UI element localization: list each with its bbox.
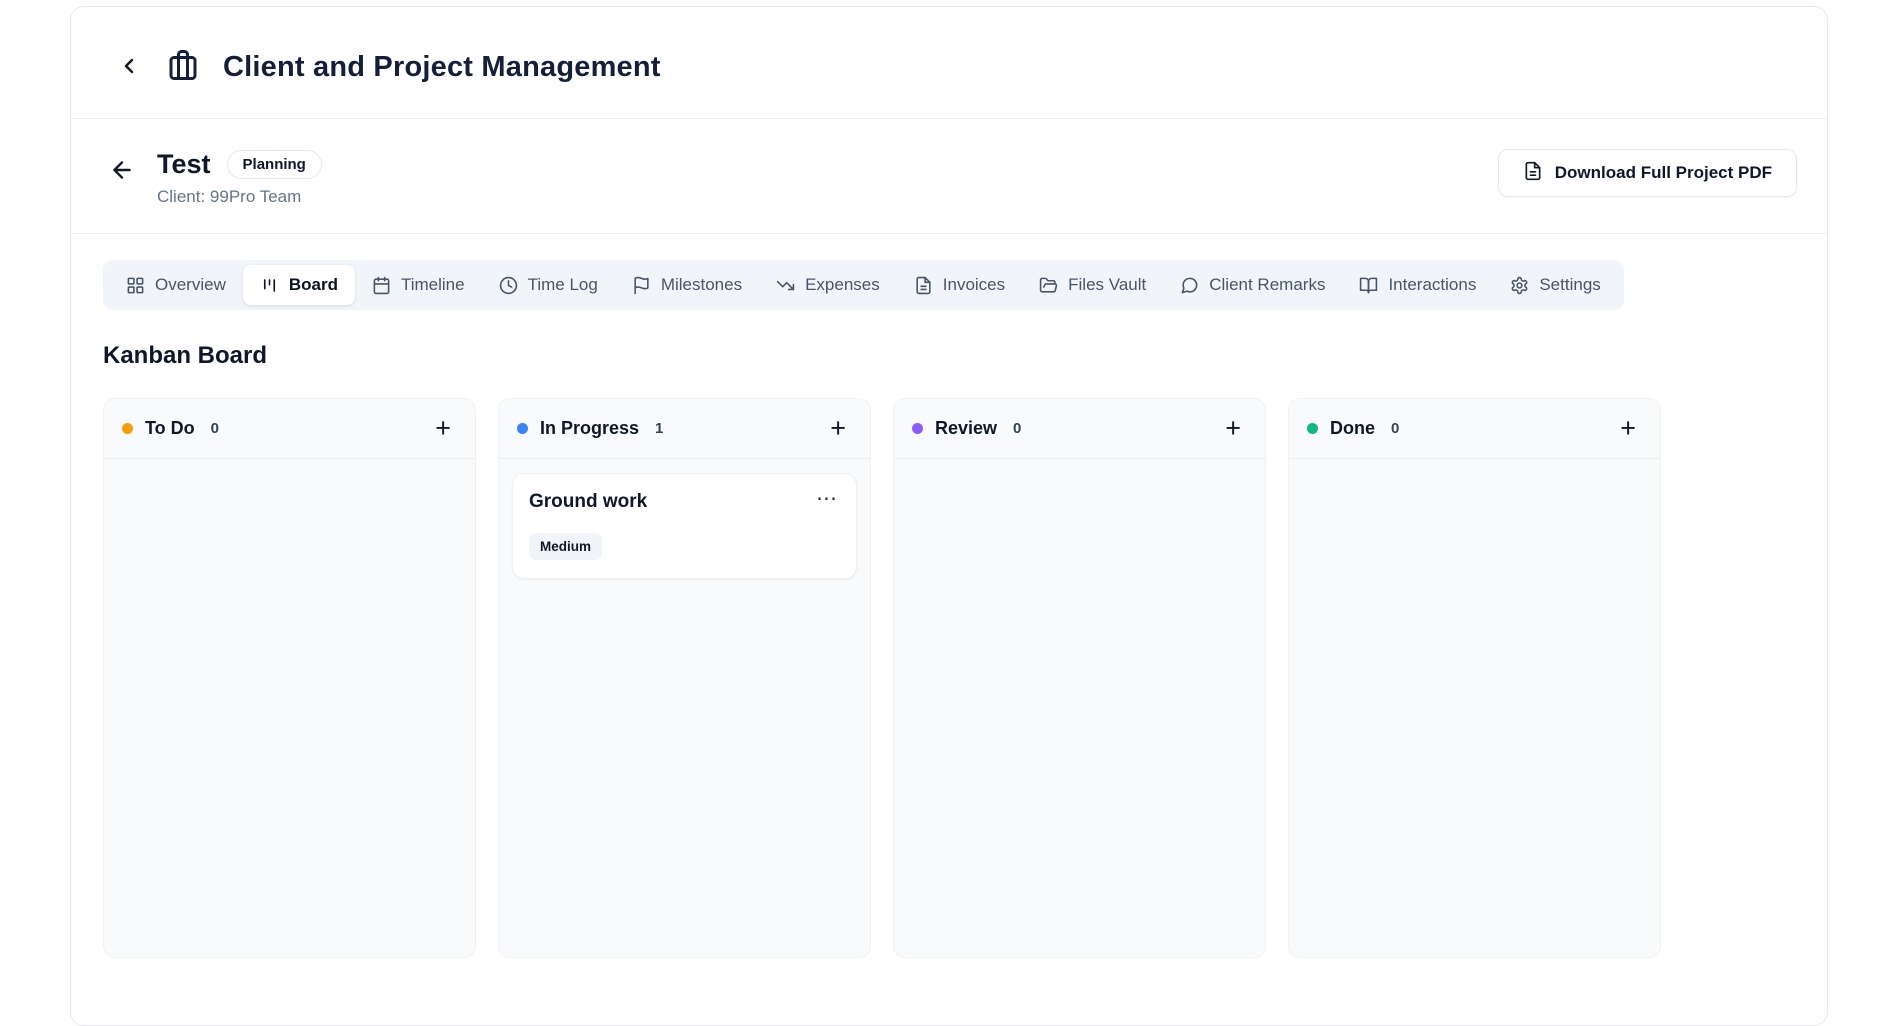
tab-label: Expenses: [805, 275, 880, 294]
tab-label: Files Vault: [1068, 275, 1147, 294]
tab-label: Interactions: [1388, 275, 1477, 294]
gear-icon: [1510, 276, 1529, 295]
column-body: [894, 459, 1265, 487]
briefcase-icon: [165, 47, 201, 88]
priority-badge: Medium: [529, 533, 603, 560]
kanban-board-heading: Kanban Board: [103, 342, 268, 369]
column-card-count: 0: [1391, 420, 1400, 437]
main-panel: Client and Project Management Test Plann…: [70, 6, 1828, 1026]
tab-invoices[interactable]: Invoices: [897, 265, 1022, 305]
calendar-icon: [372, 276, 391, 295]
tab-bar: Overview Board Timeline Time Log Milestones E…: [103, 260, 1624, 310]
tab-label: Time Log: [527, 275, 598, 294]
app-header: Client and Project Management: [71, 7, 1827, 119]
kanban-column-in-progress: In Progress 1 + Ground work ⋯ Medium: [498, 398, 871, 958]
client-label: Client: 99Pro Team: [157, 187, 302, 206]
column-body: [1289, 459, 1660, 487]
trending-down-icon: [776, 276, 795, 295]
tab-expenses[interactable]: Expenses: [759, 265, 897, 305]
column-header: In Progress 1 +: [499, 399, 870, 459]
kanban-column-to-do: To Do 0 +: [103, 398, 476, 958]
add-card-button[interactable]: +: [1219, 415, 1247, 442]
column-body: [104, 459, 475, 487]
tab-label: Invoices: [942, 275, 1006, 294]
column-status-dot: [1307, 423, 1318, 434]
tab-label: Timeline: [400, 275, 465, 294]
column-body: Ground work ⋯ Medium: [499, 459, 870, 593]
message-circle-icon: [1180, 276, 1199, 295]
clock-icon: [499, 276, 518, 295]
tab-label: Overview: [155, 275, 226, 294]
column-card-count: 0: [210, 420, 219, 437]
tab-board[interactable]: Board: [242, 265, 355, 305]
kanban-column-review: Review 0 +: [893, 398, 1266, 958]
project-title: Test: [157, 149, 211, 179]
add-card-button[interactable]: +: [429, 415, 457, 442]
app-brand: Client and Project Management: [165, 47, 661, 88]
app-back-button[interactable]: [117, 54, 141, 81]
book-open-icon: [1359, 276, 1378, 295]
add-card-button[interactable]: +: [824, 415, 852, 442]
more-horizontal-icon[interactable]: ⋯: [814, 488, 840, 508]
task-card-title: Ground work: [529, 491, 648, 512]
column-title: To Do: [145, 418, 195, 438]
project-back-button[interactable]: [109, 157, 135, 186]
tab-timeline[interactable]: Timeline: [355, 265, 482, 305]
arrow-left-icon: [109, 157, 135, 186]
tab-settings[interactable]: Settings: [1493, 265, 1617, 305]
add-card-button[interactable]: +: [1614, 415, 1642, 442]
kanban-icon: [260, 276, 279, 295]
column-card-count: 0: [1013, 420, 1022, 437]
kanban-board: To Do 0 + In Progress 1 + Ground work ⋯ Medium Re…: [103, 398, 1795, 958]
column-header: Review 0 +: [894, 399, 1265, 459]
tab-client-remarks[interactable]: Client Remarks: [1163, 265, 1342, 305]
file-text-icon: [914, 276, 933, 295]
column-title: Done: [1330, 418, 1375, 438]
tab-files-vault[interactable]: Files Vault: [1022, 265, 1163, 305]
folder-open-icon: [1039, 276, 1058, 295]
column-status-dot: [912, 423, 923, 434]
column-status-dot: [517, 423, 528, 434]
tab-label: Board: [288, 275, 338, 294]
app-title: Client and Project Management: [223, 51, 661, 83]
tabs-section: Overview Board Timeline Time Log Milestones E…: [71, 234, 1827, 310]
task-card[interactable]: Ground work ⋯ Medium: [512, 473, 857, 579]
download-pdf-button[interactable]: Download Full Project PDF: [1497, 149, 1797, 197]
tab-overview[interactable]: Overview: [109, 265, 243, 305]
column-header: Done 0 +: [1289, 399, 1660, 459]
tab-milestones[interactable]: Milestones: [615, 265, 759, 305]
flag-icon: [632, 276, 651, 295]
chevron-left-icon: [117, 54, 141, 81]
layout-grid-icon: [126, 276, 145, 295]
kanban-column-done: Done 0 +: [1288, 398, 1661, 958]
column-title: Review: [935, 418, 998, 438]
column-title: In Progress: [540, 418, 640, 438]
tab-label: Settings: [1539, 275, 1601, 294]
download-pdf-label: Download Full Project PDF: [1554, 163, 1772, 182]
tab-interactions[interactable]: Interactions: [1342, 265, 1493, 305]
column-card-count: 1: [655, 420, 664, 437]
tab-label: Milestones: [660, 275, 743, 294]
tab-time-log[interactable]: Time Log: [482, 265, 615, 305]
file-text-icon: [1523, 161, 1543, 186]
project-header: Test Planning Client: 99Pro Team Downloa…: [71, 119, 1827, 234]
tab-label: Client Remarks: [1209, 275, 1326, 294]
status-badge: Planning: [226, 150, 322, 179]
column-status-dot: [122, 423, 133, 434]
column-header: To Do 0 +: [104, 399, 475, 459]
